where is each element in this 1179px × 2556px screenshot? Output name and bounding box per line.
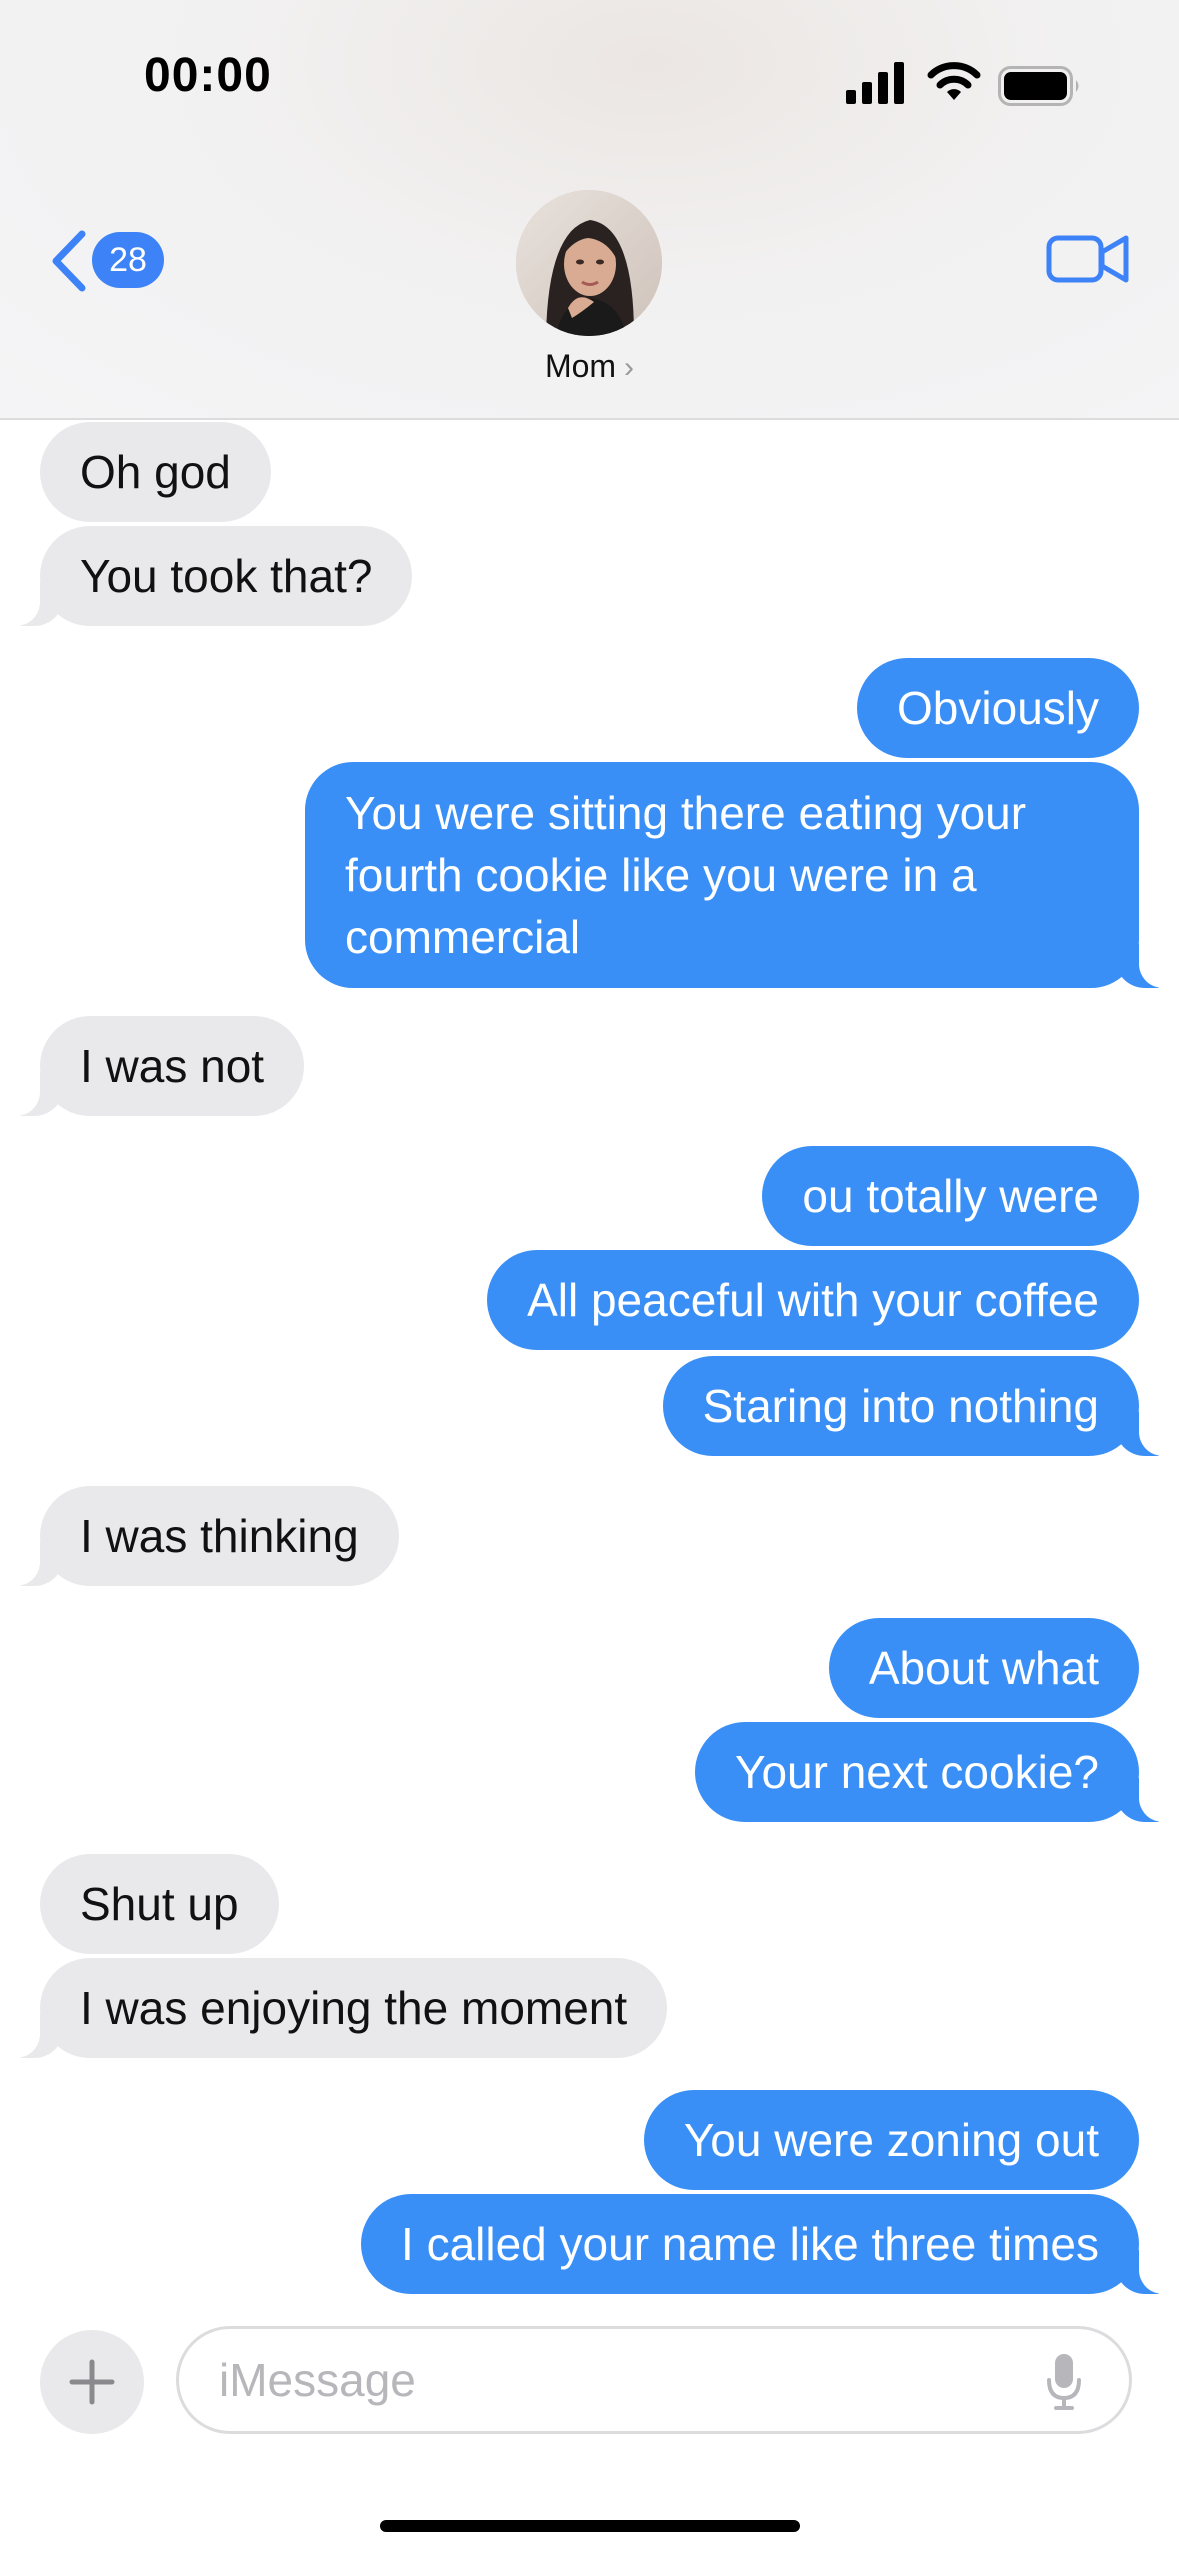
video-call-icon[interactable]	[1046, 228, 1130, 290]
unread-count-badge: 28	[92, 232, 164, 288]
message-sent[interactable]: Obviously	[857, 658, 1139, 758]
back-button[interactable]: 28	[42, 222, 172, 298]
message-sent[interactable]: All peaceful with your coffee	[487, 1250, 1139, 1350]
message-sent[interactable]: ou totally were	[762, 1146, 1139, 1246]
contact-name-button[interactable]: Mom ›	[0, 348, 1179, 385]
contact-avatar[interactable]	[516, 190, 662, 336]
add-attachment-button[interactable]	[40, 2330, 144, 2434]
message-received[interactable]: You took that?	[3, 526, 413, 626]
message-received[interactable]: I was enjoying the moment	[3, 1958, 668, 2058]
home-indicator[interactable]	[380, 2520, 800, 2532]
message-sent[interactable]: I called your name like three times	[361, 2194, 1175, 2294]
message-composer	[0, 2300, 1179, 2556]
battery-icon	[998, 66, 1079, 106]
message-sent[interactable]: Your next cookie?	[694, 1722, 1176, 1822]
message-received[interactable]: Oh god	[40, 422, 271, 522]
cellular-signal-icon	[846, 62, 904, 104]
avatar-photo	[516, 190, 662, 336]
message-received[interactable]: I was thinking	[4, 1486, 399, 1586]
imessage-input[interactable]	[176, 2326, 1132, 2434]
chevron-right-icon: ›	[624, 351, 635, 384]
status-time: 00:00	[144, 49, 272, 102]
microphone-icon[interactable]	[1046, 2352, 1082, 2412]
message-received[interactable]: I was not	[3, 1016, 305, 1116]
message-sent[interactable]: You were zoning out	[643, 2090, 1139, 2190]
message-sent[interactable]: About what	[828, 1618, 1139, 1718]
message-sent[interactable]: Staring into nothing	[662, 1356, 1176, 1456]
message-received[interactable]: Shut up	[40, 1854, 279, 1954]
contact-name: Mom	[544, 348, 617, 384]
message-sent[interactable]: You were sitting there eating your fourt…	[305, 762, 1175, 988]
chevron-left-icon	[52, 230, 86, 292]
conversation-header: 00:00 28 Mom ›	[0, 0, 1179, 420]
wifi-icon	[927, 62, 981, 100]
plus-icon	[69, 2359, 115, 2405]
messages-screen: 00:00 28 Mom › Oh god You took that? Obv…	[0, 0, 1179, 2556]
